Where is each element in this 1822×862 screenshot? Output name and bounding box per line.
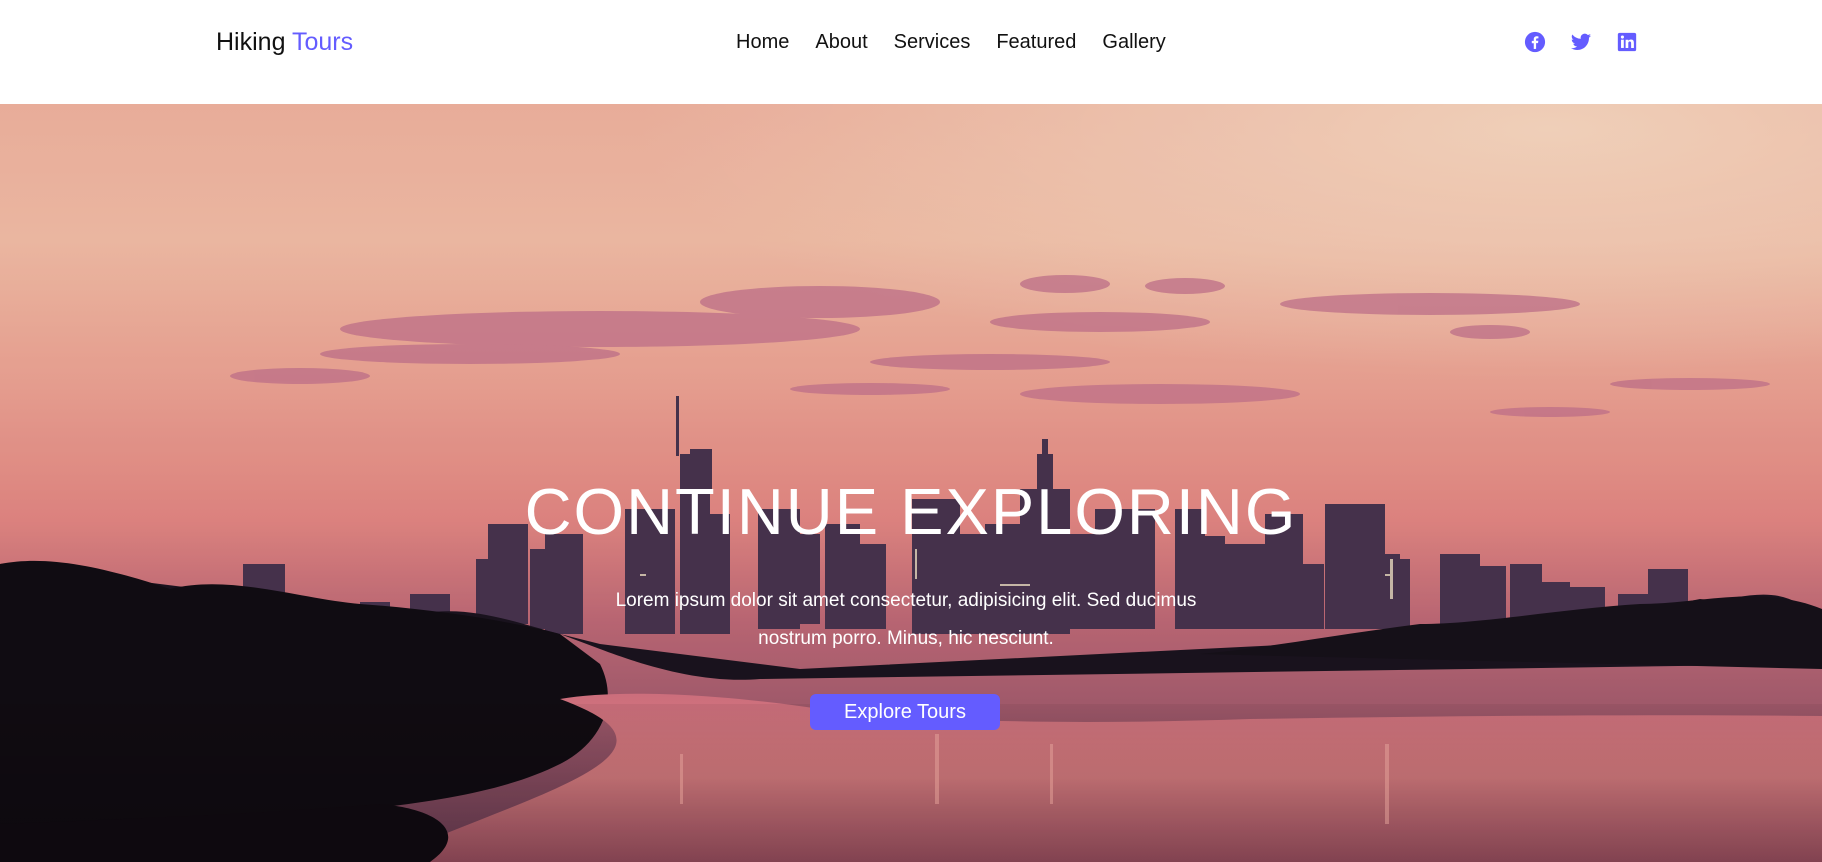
nav-link-services[interactable]: Services: [894, 31, 971, 53]
navbar: Hiking Tours Home About Services Feature…: [0, 0, 1822, 104]
hero-title: CONTINUE EXPLORING: [524, 475, 1298, 548]
brand-name: Hiking: [216, 28, 286, 56]
twitter-link[interactable]: [1570, 31, 1592, 53]
hero-description: Lorem ipsum dolor sit amet consectetur, …: [615, 590, 1197, 649]
brand-accent: Tours: [291, 28, 354, 56]
nav-link-gallery[interactable]: Gallery: [1102, 31, 1165, 53]
linkedin-icon: [1617, 32, 1637, 52]
nav-item-home: Home: [736, 31, 789, 54]
linkedin-link[interactable]: [1616, 31, 1638, 53]
nav-item-services: Services: [894, 31, 971, 54]
nav-link-about[interactable]: About: [815, 31, 867, 53]
twitter-icon: [1570, 33, 1592, 50]
facebook-icon: [1524, 31, 1546, 53]
facebook-link[interactable]: [1524, 31, 1546, 53]
nav-link-featured[interactable]: Featured: [996, 31, 1076, 53]
nav-links: Home About Services Featured Gallery: [736, 31, 1166, 54]
nav-item-featured: Featured: [996, 31, 1076, 54]
nav-link-home[interactable]: Home: [736, 31, 789, 53]
hero-section: CONTINUE EXPLORING Lorem ipsum dolor sit…: [0, 104, 1822, 862]
nav-item-gallery: Gallery: [1102, 31, 1165, 54]
social-links: [1524, 31, 1638, 53]
explore-tours-button[interactable]: Explore Tours: [810, 694, 1000, 730]
hero-content: CONTINUE EXPLORING Lorem ipsum dolor sit…: [0, 104, 1822, 862]
brand-logo[interactable]: Hiking Tours: [216, 28, 353, 57]
nav-item-about: About: [815, 31, 867, 54]
